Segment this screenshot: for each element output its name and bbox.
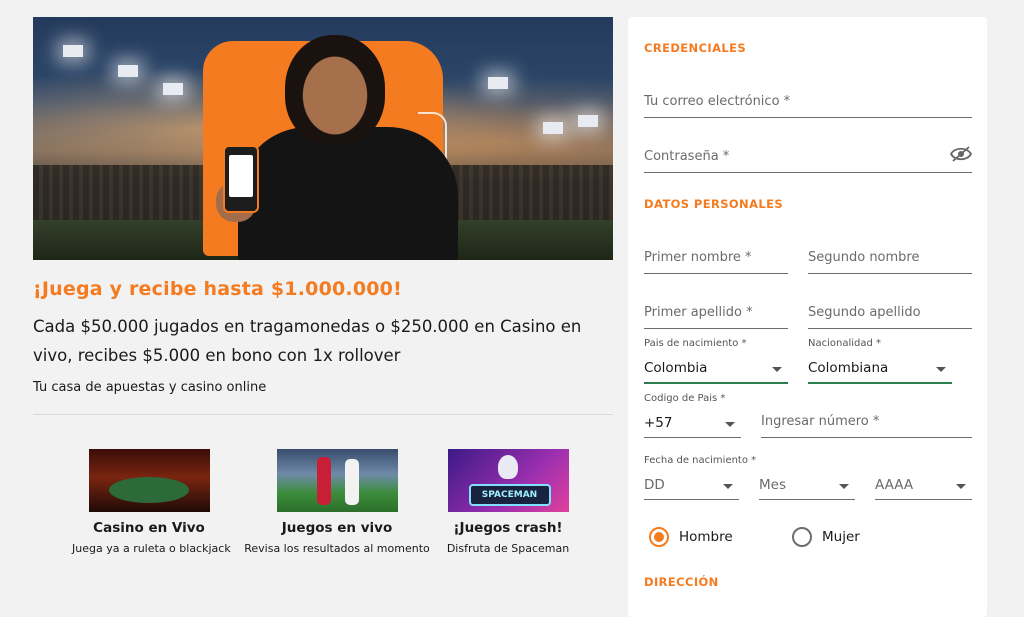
section-credentials: CREDENCIALES xyxy=(644,41,747,55)
nationality-select[interactable]: Nacionalidad * Colombiana xyxy=(808,338,952,384)
second-surname-placeholder: Segundo apellido xyxy=(808,305,921,320)
promo-column: ¡Juega y recibe hasta $1.000.000! Cada $… xyxy=(33,17,613,555)
card-subtitle: Juega ya a ruleta o blackjack xyxy=(72,542,231,555)
phone-icon xyxy=(223,145,259,213)
first-surname-field[interactable]: Primer apellido * xyxy=(644,298,788,329)
gender-radio-male[interactable]: Hombre xyxy=(649,527,733,547)
birth-country-select[interactable]: Pais de nacimiento * Colombia xyxy=(644,338,788,384)
first-surname-placeholder: Primer apellido * xyxy=(644,305,753,320)
second-name-placeholder: Segundo nombre xyxy=(808,250,920,265)
chevron-down-icon xyxy=(936,367,946,372)
card-casino-en-vivo[interactable]: Casino en Vivo Juega ya a ruleta o black… xyxy=(72,449,231,555)
email-field[interactable]: Tu correo electrónico * xyxy=(644,87,972,118)
card-juegos-crash[interactable]: SPACEMAN ¡Juegos crash! Disfruta de Spac… xyxy=(423,449,593,555)
month-value: Mes xyxy=(759,477,786,493)
birth-country-label: Pais de nacimiento * xyxy=(644,338,747,349)
gender-radio-female[interactable]: Mujer xyxy=(792,527,860,547)
registration-form: CREDENCIALES Tu correo electrónico * Con… xyxy=(628,17,987,617)
second-surname-field[interactable]: Segundo apellido xyxy=(808,298,972,329)
radio-unselected-icon xyxy=(792,527,812,547)
birth-month-select[interactable]: Mes xyxy=(759,474,855,500)
day-value: DD xyxy=(644,477,665,493)
promo-description: Cada $50.000 jugados en tragamonedas o $… xyxy=(33,317,582,365)
card-subtitle: Disfruta de Spaceman xyxy=(446,542,570,555)
casino-table-image xyxy=(88,449,210,512)
promo-title: ¡Juega y recibe hasta $1.000.000! xyxy=(33,278,402,300)
card-subtitle: Revisa los resultados al momento xyxy=(244,542,430,555)
spaceman-image: SPACEMAN xyxy=(447,449,569,512)
chevron-down-icon xyxy=(839,484,849,489)
nationality-value: Colombiana xyxy=(808,360,889,376)
phone-placeholder: Ingresar número * xyxy=(761,414,880,429)
section-personal-data: DATOS PERSONALES xyxy=(644,197,784,211)
email-placeholder: Tu correo electrónico * xyxy=(644,94,791,109)
chevron-down-icon xyxy=(725,422,735,427)
football-image xyxy=(276,449,398,512)
card-title: Casino en Vivo xyxy=(93,520,205,536)
chevron-down-icon xyxy=(723,484,733,489)
password-placeholder: Contraseña * xyxy=(644,149,730,164)
birth-country-value: Colombia xyxy=(644,360,708,376)
birth-day-select[interactable]: Fecha de nacimiento * DD xyxy=(644,455,756,500)
radio-selected-icon xyxy=(649,527,669,547)
first-name-placeholder: Primer nombre * xyxy=(644,250,752,265)
birth-date-label: Fecha de nacimiento * xyxy=(644,455,757,466)
card-title: Juegos en vivo xyxy=(281,520,393,536)
promo-tagline: Tu casa de apuestas y casino online xyxy=(33,380,267,395)
chevron-down-icon xyxy=(956,484,966,489)
country-code-select[interactable]: Codigo de Pais * +57 xyxy=(644,393,741,438)
eye-off-icon[interactable] xyxy=(950,146,972,162)
country-code-value: +57 xyxy=(644,415,673,431)
card-juegos-en-vivo[interactable]: Juegos en vivo Revisa los resultados al … xyxy=(242,449,432,555)
phone-field[interactable]: Ingresar número * xyxy=(761,408,972,438)
first-name-field[interactable]: Primer nombre * xyxy=(644,243,788,274)
game-cards: Casino en Vivo Juega ya a ruleta o black… xyxy=(33,415,613,555)
promo-banner-image xyxy=(33,17,613,260)
year-value: AAAA xyxy=(875,477,914,493)
country-code-label: Codigo de Pais * xyxy=(644,393,726,404)
birth-year-select[interactable]: AAAA xyxy=(875,474,972,500)
spaceman-logo: SPACEMAN xyxy=(468,484,551,506)
chevron-down-icon xyxy=(772,367,782,372)
password-field[interactable]: Contraseña * xyxy=(644,142,972,173)
gender-female-label: Mujer xyxy=(822,529,860,545)
gender-male-label: Hombre xyxy=(679,529,733,545)
card-title: ¡Juegos crash! xyxy=(453,520,563,536)
second-name-field[interactable]: Segundo nombre xyxy=(808,243,972,274)
nationality-label: Nacionalidad * xyxy=(808,338,882,349)
section-address: DIRECCIÓN xyxy=(644,575,719,589)
